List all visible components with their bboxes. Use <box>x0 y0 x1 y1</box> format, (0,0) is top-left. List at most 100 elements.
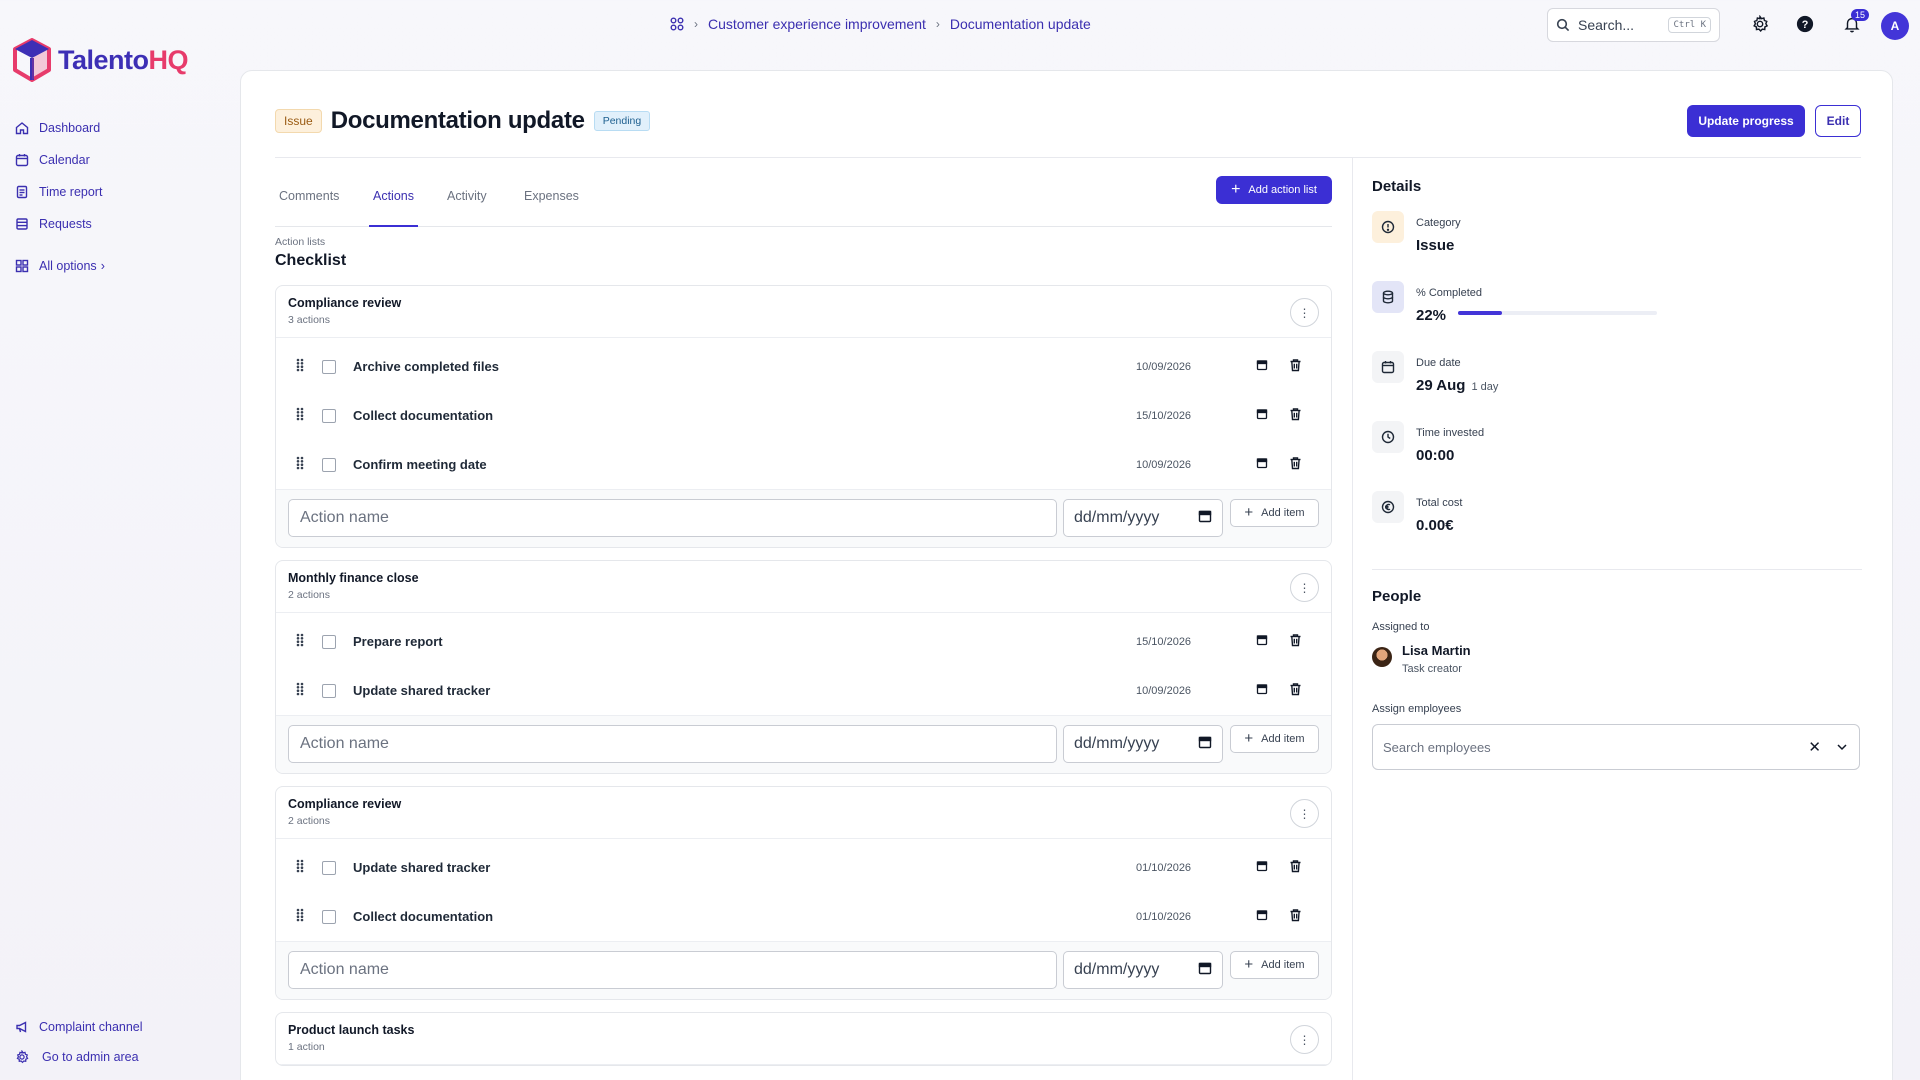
trash-icon[interactable] <box>1289 633 1302 650</box>
update-progress-button[interactable]: Update progress <box>1687 105 1805 137</box>
drag-handle-icon[interactable] <box>296 633 304 650</box>
assignee-avatar <box>1372 647 1392 667</box>
add-action-list-button[interactable]: + Add action list <box>1216 176 1332 204</box>
action-row: Archive completed files 10/09/2026 <box>276 342 1331 391</box>
trash-icon[interactable] <box>1289 682 1302 699</box>
sidebar-item-admin-area[interactable]: Go to admin area <box>15 1042 143 1072</box>
user-avatar[interactable]: A <box>1881 12 1909 40</box>
notifications-button[interactable]: 15 <box>1841 9 1869 35</box>
calendar-icon[interactable] <box>1256 860 1268 875</box>
action-date-input[interactable]: dd/mm/yyyy <box>1063 951 1223 989</box>
action-row: Collect documentation 01/10/2026 <box>276 892 1331 941</box>
assignee-name[interactable]: Lisa Martin <box>1402 643 1471 658</box>
assign-employees-select[interactable]: Search employees ✕ <box>1372 724 1860 770</box>
sidebar-item-requests[interactable]: Requests <box>15 208 105 240</box>
add-item-button[interactable]: + Add item <box>1230 499 1319 527</box>
calendar-icon[interactable] <box>1256 457 1268 472</box>
action-checkbox[interactable] <box>322 860 336 875</box>
chevron-right-icon: › <box>694 17 698 31</box>
apps-grid-icon[interactable] <box>670 17 684 31</box>
trash-icon[interactable] <box>1289 859 1302 876</box>
plus-icon: + <box>1244 730 1254 747</box>
sidebar-item-all-options[interactable]: All options › <box>15 250 105 282</box>
action-date[interactable]: 01/10/2026 <box>1136 862 1191 874</box>
clear-icon[interactable]: ✕ <box>1808 738 1821 756</box>
help-button[interactable]: ? <box>1794 13 1816 35</box>
action-checkbox[interactable] <box>322 909 336 924</box>
breadcrumb-link-project[interactable]: Customer experience improvement <box>708 16 926 32</box>
action-date[interactable]: 10/09/2026 <box>1136 361 1191 373</box>
action-name-placeholder: Action name <box>300 735 389 752</box>
action-date[interactable]: 15/10/2026 <box>1136 636 1191 648</box>
tab-expenses[interactable]: Expenses <box>524 183 579 227</box>
calendar-icon[interactable] <box>1256 408 1268 423</box>
trash-icon[interactable] <box>1289 407 1302 424</box>
calendar-icon[interactable] <box>1256 634 1268 649</box>
action-date[interactable]: 10/09/2026 <box>1136 459 1191 471</box>
action-checkbox[interactable] <box>322 634 336 649</box>
action-checkbox[interactable] <box>322 408 336 423</box>
trash-icon[interactable] <box>1289 456 1302 473</box>
action-date[interactable]: 15/10/2026 <box>1136 410 1191 422</box>
assignee-role: Task creator <box>1402 663 1462 675</box>
settings-button[interactable] <box>1749 13 1771 35</box>
action-name-input[interactable]: Action name <box>288 499 1057 537</box>
assign-employees-placeholder: Search employees <box>1383 739 1491 755</box>
more-options-button[interactable]: ⋮ <box>1290 1025 1319 1054</box>
tab-activity[interactable]: Activity <box>447 183 487 227</box>
more-options-button[interactable]: ⋮ <box>1290 298 1319 327</box>
action-checkbox[interactable] <box>322 457 336 472</box>
task-header: Issue Documentation update Pending <box>275 107 651 135</box>
add-item-button[interactable]: + Add item <box>1230 951 1319 979</box>
sidebar-item-calendar[interactable]: Calendar <box>15 144 105 176</box>
calendar-icon[interactable] <box>1256 909 1268 924</box>
sidebar-item-complaint-channel[interactable]: Complaint channel <box>15 1012 143 1042</box>
drag-handle-icon[interactable] <box>296 407 304 424</box>
page-title: Documentation update <box>330 107 585 134</box>
calendar-icon[interactable] <box>1198 735 1212 754</box>
task-type-badge: Issue <box>275 109 322 133</box>
trash-icon[interactable] <box>1289 358 1302 375</box>
search-box[interactable]: Search... Ctrl K <box>1547 8 1720 42</box>
drag-handle-icon[interactable] <box>296 358 304 375</box>
edit-button[interactable]: Edit <box>1815 105 1861 137</box>
calendar-icon[interactable] <box>1256 683 1268 698</box>
assign-employees-label: Assign employees <box>1372 703 1462 715</box>
app-logo[interactable]: TalentoHQ <box>12 38 188 82</box>
drag-handle-icon[interactable] <box>296 456 304 473</box>
action-name-input[interactable]: Action name <box>288 951 1057 989</box>
logo-text: TalentoHQ <box>58 44 188 75</box>
action-checkbox[interactable] <box>322 683 336 698</box>
action-name-placeholder: Action name <box>300 961 389 978</box>
breadcrumb-current[interactable]: Documentation update <box>950 16 1091 32</box>
sidebar-item-dashboard[interactable]: Dashboard <box>15 112 105 144</box>
action-date[interactable]: 01/10/2026 <box>1136 911 1191 923</box>
drag-handle-icon[interactable] <box>296 859 304 876</box>
action-date-input[interactable]: dd/mm/yyyy <box>1063 499 1223 537</box>
progress-bar <box>1458 310 1658 315</box>
action-date[interactable]: 10/09/2026 <box>1136 685 1191 697</box>
trash-icon[interactable] <box>1289 908 1302 925</box>
action-name-input[interactable]: Action name <box>288 725 1057 763</box>
chevron-down-icon[interactable] <box>1835 740 1849 754</box>
due-date-value: 29 Aug 1 day <box>1416 377 1499 394</box>
more-options-button[interactable]: ⋮ <box>1290 799 1319 828</box>
detail-time-invested: Time invested 00:00 <box>1372 421 1862 491</box>
requests-icon <box>16 218 28 230</box>
calendar-icon[interactable] <box>1198 509 1212 528</box>
more-options-button[interactable]: ⋮ <box>1290 573 1319 602</box>
action-checkbox[interactable] <box>322 359 336 374</box>
completed-label: % Completed <box>1416 287 1483 299</box>
calendar-icon[interactable] <box>1256 359 1268 374</box>
tab-comments[interactable]: Comments <box>279 183 339 227</box>
drag-handle-icon[interactable] <box>296 908 304 925</box>
sidebar-item-time-report[interactable]: Time report <box>15 176 105 208</box>
action-list-items: Update shared tracker 01/10/2026 Collect d… <box>276 843 1331 941</box>
tab-actions[interactable]: Actions <box>369 183 418 227</box>
add-action-list-label: Add action list <box>1248 184 1317 196</box>
drag-handle-icon[interactable] <box>296 682 304 699</box>
add-item-button[interactable]: + Add item <box>1230 725 1319 753</box>
sidebar-item-label: Time report <box>39 185 103 199</box>
action-date-input[interactable]: dd/mm/yyyy <box>1063 725 1223 763</box>
calendar-icon[interactable] <box>1198 961 1212 980</box>
